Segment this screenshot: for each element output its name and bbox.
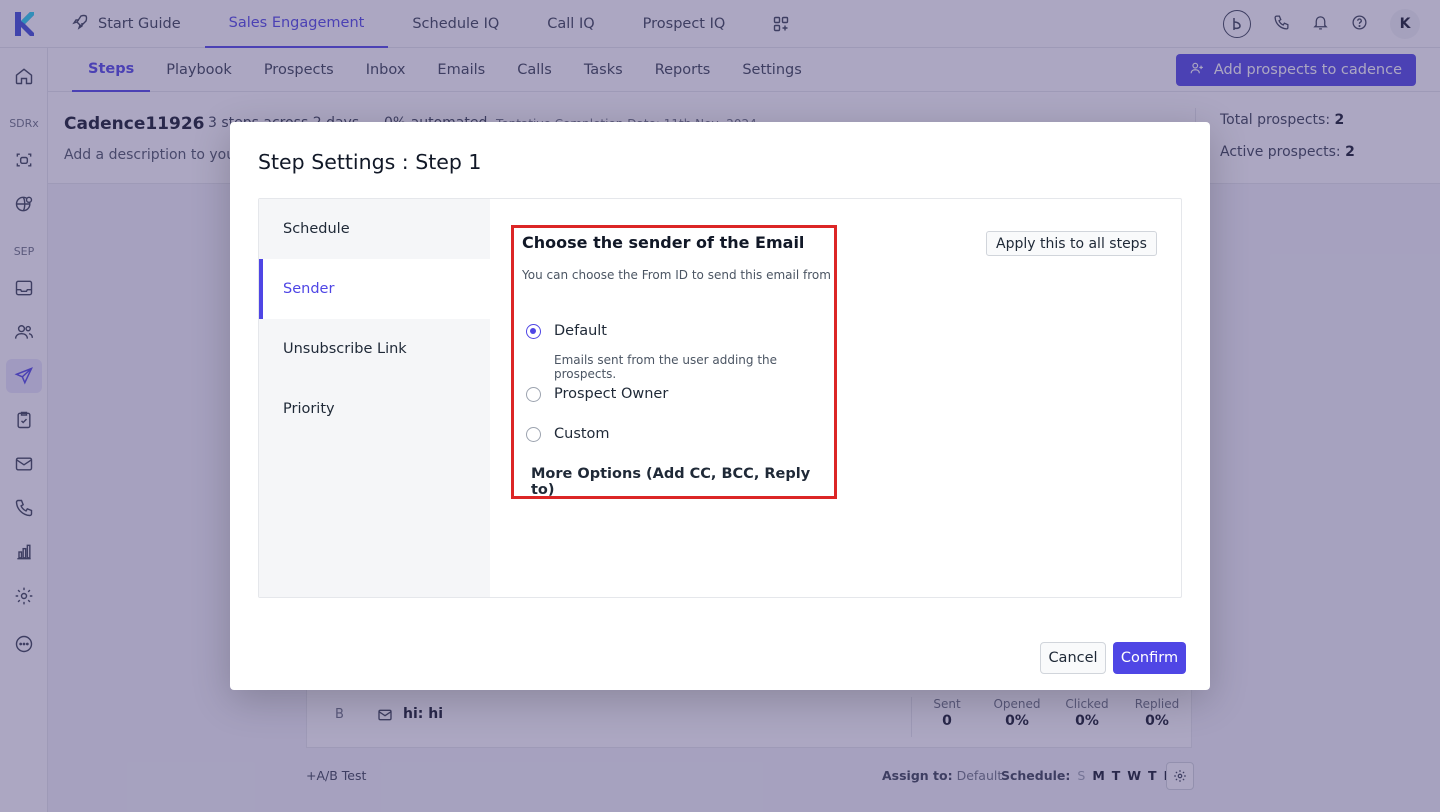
radio-label: Default — [554, 323, 607, 339]
default-hint: Emails sent from the user adding the pro… — [554, 353, 778, 381]
modal-title: Step Settings : Step 1 — [258, 150, 482, 174]
more-options-link[interactable]: More Options (Add CC, BCC, Reply to) — [531, 466, 834, 498]
modal-body: Schedule Sender Unsubscribe Link Priorit… — [258, 198, 1182, 598]
confirm-button[interactable]: Confirm — [1113, 642, 1186, 674]
radio-prospect-owner[interactable]: Prospect Owner — [526, 386, 668, 402]
settings-nav: Schedule Sender Unsubscribe Link Priorit… — [259, 199, 490, 597]
radio-button[interactable] — [526, 386, 541, 402]
sender-heading: Choose the sender of the Email — [522, 233, 805, 252]
radio-custom[interactable]: Custom — [526, 426, 610, 442]
nav-item-unsubscribe-link[interactable]: Unsubscribe Link — [259, 319, 490, 379]
radio-default[interactable]: Default — [526, 323, 607, 339]
radio-label: Prospect Owner — [554, 386, 669, 402]
apply-to-all-steps-button[interactable]: Apply this to all steps — [986, 231, 1157, 256]
step-settings-modal: Step Settings : Step 1 Schedule Sender U… — [230, 122, 1210, 690]
nav-item-sender[interactable]: Sender — [259, 259, 490, 319]
sender-options-panel: Choose the sender of the Email You can c… — [511, 225, 837, 499]
radio-label: Custom — [554, 426, 610, 442]
nav-item-priority[interactable]: Priority — [259, 379, 490, 439]
sender-subheading: You can choose the From ID to send this … — [522, 268, 831, 282]
radio-button-checked[interactable] — [526, 323, 541, 339]
radio-button[interactable] — [526, 426, 541, 442]
cancel-button[interactable]: Cancel — [1040, 642, 1106, 674]
nav-item-schedule[interactable]: Schedule — [259, 199, 490, 259]
